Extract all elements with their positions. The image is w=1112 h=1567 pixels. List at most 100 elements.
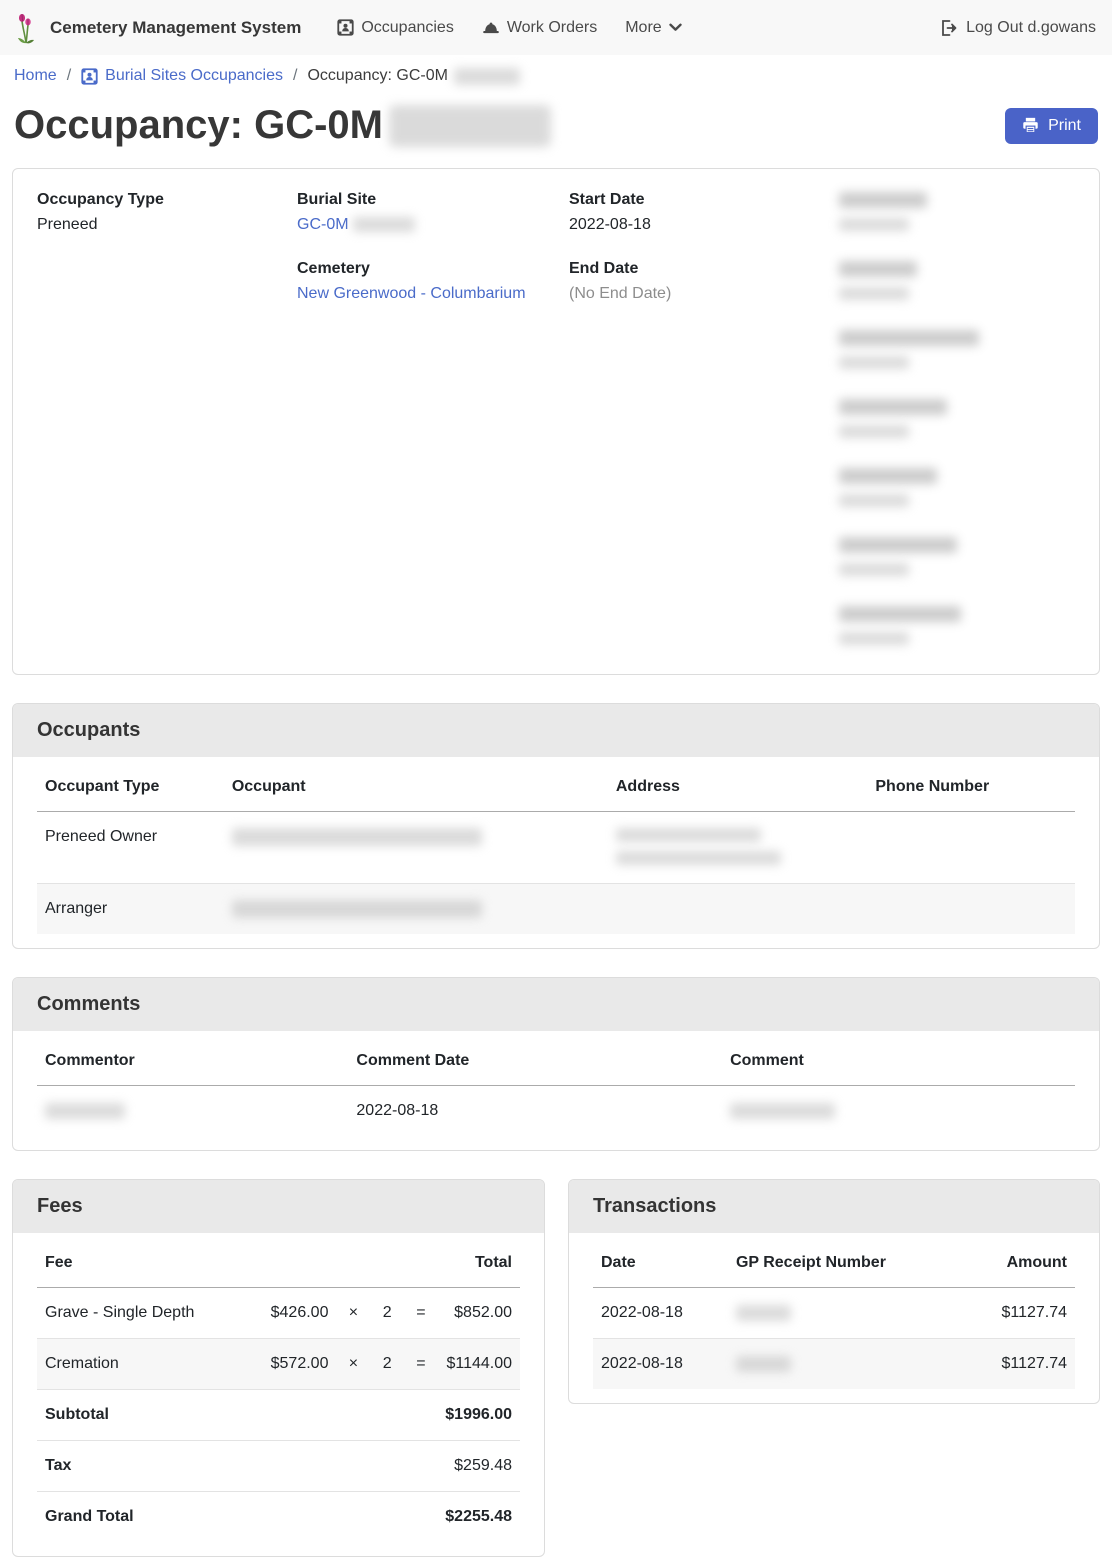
redacted-text: [839, 261, 917, 277]
app-title: Cemetery Management System: [50, 18, 301, 38]
phone-cell: [867, 812, 1075, 884]
comments-card: Comments Commentor Comment Date Comment …: [12, 977, 1100, 1151]
nav-item-occupancies[interactable]: Occupancies: [323, 11, 468, 45]
sign-out-icon: [941, 20, 958, 36]
redacted-field: [839, 191, 1075, 234]
fee-qty-cell: 2: [370, 1288, 404, 1339]
column-header: Address: [608, 763, 868, 812]
nav-item-work-orders[interactable]: Work Orders: [468, 11, 611, 45]
comments-header-row: Commentor Comment Date Comment: [37, 1037, 1075, 1086]
breadcrumb-home-link[interactable]: Home: [14, 67, 57, 85]
logout-label: Log Out d.gowans: [966, 19, 1096, 37]
redacted-text: [839, 606, 961, 622]
column-header: Occupant Type: [37, 763, 224, 812]
headstone-icon: [337, 19, 354, 36]
fee-name-cell: Cremation: [37, 1339, 250, 1390]
redacted-field: [839, 329, 1075, 372]
field-cemetery: Cemetery New Greenwood - Columbarium: [297, 260, 569, 303]
field-value: (No End Date): [569, 285, 839, 303]
hardhat-icon: [482, 20, 500, 36]
comment-date-cell: 2022-08-18: [348, 1086, 722, 1137]
grand-total-label: Grand Total: [37, 1492, 250, 1543]
table-row: Preneed Owner: [37, 812, 1075, 884]
details-col-3: Start Date 2022-08-18 End Date (No End D…: [569, 191, 839, 674]
tax-label: Tax: [37, 1441, 250, 1492]
transaction-date-cell: 2022-08-18: [593, 1339, 728, 1390]
redacted-field: [839, 536, 1075, 579]
field-value: Preneed: [37, 216, 297, 234]
subtotal-value: $1996.00: [250, 1390, 520, 1441]
occupant-type-cell: Arranger: [37, 884, 224, 935]
redacted-text: [839, 399, 947, 415]
burial-site-link-text: GC-0M: [297, 216, 349, 233]
printer-icon: [1022, 117, 1039, 134]
print-button[interactable]: Print: [1005, 108, 1098, 144]
occupants-header: Occupants: [13, 704, 1099, 757]
occupant-type-cell: Preneed Owner: [37, 812, 224, 884]
details-col-2: Burial Site GC-0M Cemetery New Greenwood…: [297, 191, 569, 674]
comments-table: Commentor Comment Date Comment 2022-08-1…: [37, 1037, 1075, 1136]
redacted-text: [839, 494, 909, 507]
field-label: Cemetery: [297, 260, 569, 278]
redacted-text: [389, 105, 551, 147]
redacted-text: [839, 218, 909, 231]
phone-cell: [867, 884, 1075, 935]
redacted-text: [45, 1103, 125, 1119]
breadcrumb: Home / Burial Sites Occupancies / Occupa…: [0, 55, 1112, 93]
table-row: Arranger: [37, 884, 1075, 935]
subtotal-label: Subtotal: [37, 1390, 250, 1441]
redacted-text: [353, 217, 415, 232]
burial-site-link[interactable]: GC-0M: [297, 216, 415, 233]
nav-item-label: Work Orders: [507, 19, 597, 37]
field-burial-site: Burial Site GC-0M: [297, 191, 569, 234]
tulips-logo-icon: [16, 11, 40, 45]
table-row: 2022-08-18 $1127.74: [593, 1288, 1075, 1339]
fee-price-cell: $426.00: [250, 1288, 337, 1339]
top-navbar: Cemetery Management System Occupancies: [0, 0, 1112, 55]
nav-links: Occupancies Work Orders More: [323, 11, 695, 45]
breadcrumb-separator: /: [67, 67, 71, 85]
fee-equals-cell: =: [404, 1288, 438, 1339]
breadcrumb-current-label: Occupancy: GC-0M: [307, 67, 447, 85]
fees-card: Fees Fee Total Grave - Single Depth $426…: [12, 1179, 545, 1557]
amount-cell: $1127.74: [945, 1339, 1075, 1390]
page-title: Occupancy: GC-0M: [14, 103, 551, 148]
column-header: Comment: [722, 1037, 1075, 1086]
address-cell: [608, 812, 868, 884]
logout-button[interactable]: Log Out d.gowans: [941, 19, 1096, 37]
page-title-text: Occupancy: GC-0M: [14, 103, 383, 148]
grand-total-value: $2255.48: [250, 1492, 520, 1543]
column-header: Fee: [37, 1239, 250, 1288]
breadcrumb-current: Occupancy: GC-0M: [307, 67, 519, 85]
redacted-field: [839, 260, 1075, 303]
print-button-label: Print: [1048, 117, 1081, 135]
fee-name-cell: Grave - Single Depth: [37, 1288, 250, 1339]
redacted-text: [839, 468, 937, 484]
breadcrumb-occupancies-link[interactable]: Burial Sites Occupancies: [81, 67, 283, 85]
cemetery-link[interactable]: New Greenwood - Columbarium: [297, 285, 526, 302]
receipt-number-cell: [728, 1339, 945, 1390]
field-occupancy-type: Occupancy Type Preneed: [37, 191, 297, 234]
subtotal-row: Subtotal $1996.00: [37, 1390, 520, 1441]
field-end-date: End Date (No End Date): [569, 260, 839, 303]
redacted-field: [839, 605, 1075, 648]
redacted-text: [616, 851, 781, 865]
column-header: Date: [593, 1239, 728, 1288]
fee-equals-cell: =: [404, 1339, 438, 1390]
redacted-text: [736, 1356, 791, 1372]
occupant-cell: [224, 884, 608, 935]
fees-header: Fees: [13, 1180, 544, 1233]
commentor-cell: [37, 1086, 348, 1137]
fee-total-cell: $852.00: [438, 1288, 520, 1339]
redacted-text: [616, 828, 761, 842]
column-header: Amount: [945, 1239, 1075, 1288]
occupants-card: Occupants Occupant Type Occupant Address…: [12, 703, 1100, 949]
redacted-text: [839, 330, 979, 346]
transactions-table: Date GP Receipt Number Amount 2022-08-18…: [593, 1239, 1075, 1389]
nav-item-more[interactable]: More: [611, 11, 695, 45]
redacted-text: [730, 1103, 835, 1119]
field-label: Occupancy Type: [37, 191, 297, 209]
receipt-number-cell: [728, 1288, 945, 1339]
redacted-text: [232, 828, 482, 846]
table-row: Grave - Single Depth $426.00 × 2 = $852.…: [37, 1288, 520, 1339]
